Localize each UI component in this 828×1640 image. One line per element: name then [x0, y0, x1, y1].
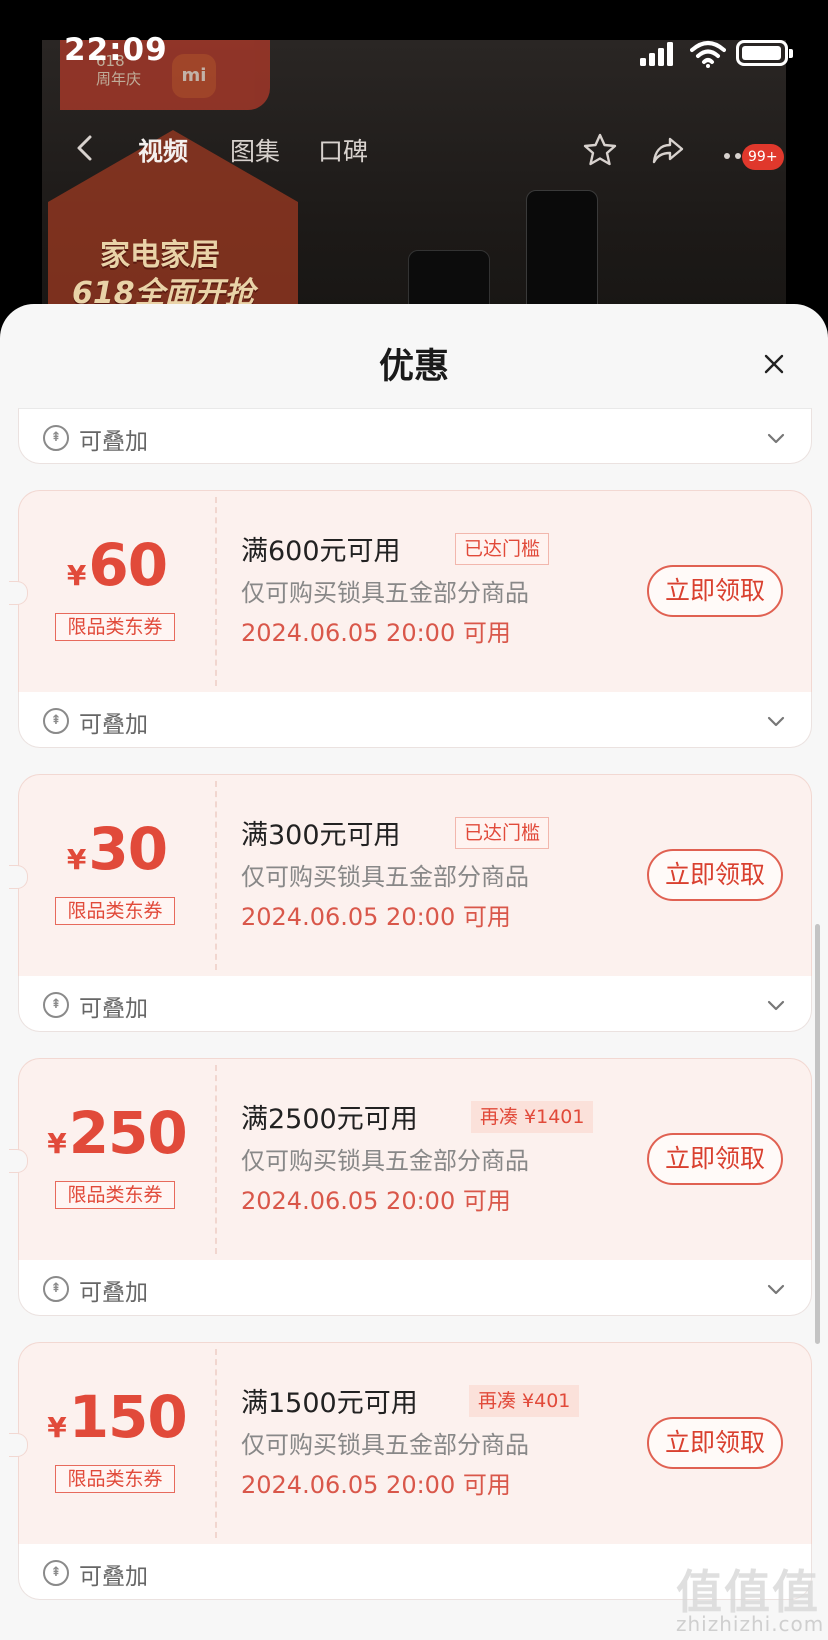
- remaining-amount-badge: 再凑 ¥1401: [471, 1101, 594, 1133]
- stack-coupon-icon: ⇞: [43, 1276, 69, 1302]
- stack-coupon-icon: ⇞: [43, 992, 69, 1018]
- coupon-amount: ¥30: [19, 815, 215, 883]
- coupon-type-tag: 限品类东券: [55, 897, 175, 925]
- currency-symbol: ¥: [66, 843, 87, 876]
- battery-level: [742, 46, 782, 60]
- currency-symbol: ¥: [66, 559, 87, 592]
- coupon-scope: 仅可购买锁具五金部分商品: [241, 1431, 529, 1459]
- stackable-label: 可叠加: [79, 712, 148, 738]
- coupon-divider: [215, 497, 217, 686]
- chevron-down-icon[interactable]: [765, 994, 787, 1016]
- coupon-condition: 满1500元可用: [241, 1388, 418, 1419]
- coupon-type-tag: 限品类东券: [55, 1465, 175, 1493]
- coupon-valid-date: 2024.06.05 20:00 可用: [241, 1187, 511, 1215]
- chevron-down-icon[interactable]: [765, 710, 787, 732]
- coupon-amount: ¥150: [19, 1383, 215, 1451]
- stackable-label: 可叠加: [79, 1564, 148, 1590]
- stackable-label: 可叠加: [79, 996, 148, 1022]
- coupon-type-tag: 限品类东券: [55, 613, 175, 641]
- notification-badge: 99+: [742, 144, 784, 170]
- tab-gallery[interactable]: 图集: [230, 132, 280, 168]
- coupon-scope: 仅可购买锁具五金部分商品: [241, 579, 529, 607]
- coupon-valid-date: 2024.06.05 20:00 可用: [241, 619, 511, 647]
- coupon-card: ¥30 限品类东券 满300元可用 已达门槛 仅可购买锁具五金部分商品 2024…: [9, 774, 812, 976]
- coupon-card: ¥150 限品类东券 满1500元可用 再凑 ¥401 仅可购买锁具五金部分商品…: [9, 1342, 812, 1544]
- coupon-divider: [215, 1349, 217, 1538]
- tab-reviews[interactable]: 口碑: [318, 132, 368, 168]
- close-icon[interactable]: [754, 344, 794, 384]
- chevron-down-icon[interactable]: [765, 1278, 787, 1300]
- coupon-scope: 仅可购买锁具五金部分商品: [241, 863, 529, 891]
- coupon-card: ¥60 限品类东券 满600元可用 已达门槛 仅可购买锁具五金部分商品 2024…: [9, 490, 812, 692]
- stackable-label: 可叠加: [79, 1280, 148, 1306]
- coupon-value: 60: [88, 531, 168, 599]
- claim-button[interactable]: 立即领取: [647, 565, 783, 617]
- coupon-amount: ¥250: [19, 1099, 215, 1167]
- currency-symbol: ¥: [47, 1411, 67, 1444]
- watermark-site: zhizhizhi.com: [676, 1612, 825, 1636]
- back-icon[interactable]: [72, 134, 100, 162]
- coupon-type-tag: 限品类东券: [55, 1181, 175, 1209]
- stackable-row[interactable]: ⇞ 可叠加: [18, 408, 812, 464]
- coupon-divider: [215, 781, 217, 970]
- coupon-value: 30: [88, 815, 168, 883]
- coupon-valid-date: 2024.06.05 20:00 可用: [241, 903, 511, 931]
- wifi-icon: [690, 41, 726, 68]
- coupon-card: ¥250 限品类东券 满2500元可用 再凑 ¥1401 仅可购买锁具五金部分商…: [9, 1058, 812, 1260]
- stackable-row[interactable]: ⇞ 可叠加: [18, 1260, 812, 1316]
- coupon-list: ⇞ 可叠加 ¥60 限品类东券 满600元可用 已达门槛 仅可购买锁具五金部分商…: [9, 408, 812, 1600]
- stack-coupon-icon: ⇞: [43, 425, 69, 451]
- coupon-amount: ¥60: [19, 531, 215, 599]
- coupon-condition: 满300元可用: [241, 820, 401, 851]
- claim-button[interactable]: 立即领取: [647, 1133, 783, 1185]
- coupon-sheet: 优惠 ⇞ 可叠加 ¥60 限品类东券 满600元可用 已达门槛 仅可购买锁具五金…: [0, 304, 828, 1640]
- claim-button[interactable]: 立即领取: [647, 1417, 783, 1469]
- status-time: 22:09: [64, 32, 168, 68]
- remaining-amount-badge: 再凑 ¥401: [469, 1385, 580, 1417]
- coupon-divider: [215, 1065, 217, 1254]
- threshold-badge: 已达门槛: [455, 817, 550, 849]
- tab-video[interactable]: 视频: [138, 132, 188, 168]
- cellular-signal-icon: [640, 42, 673, 66]
- coupon-condition: 满2500元可用: [241, 1104, 418, 1135]
- product-nav-bar: 视频 图集 口碑: [0, 118, 828, 178]
- threshold-badge: 已达门槛: [455, 533, 550, 565]
- chevron-down-icon[interactable]: [765, 427, 787, 449]
- coupon-valid-date: 2024.06.05 20:00 可用: [241, 1471, 511, 1499]
- coupon-value: 250: [68, 1099, 188, 1167]
- coupon-value: 150: [68, 1383, 188, 1451]
- stack-coupon-icon: ⇞: [43, 708, 69, 734]
- coupon-scope: 仅可购买锁具五金部分商品: [241, 1147, 529, 1175]
- coupon-condition: 满600元可用: [241, 536, 401, 567]
- scrollbar[interactable]: [815, 924, 820, 1344]
- stack-coupon-icon: ⇞: [43, 1560, 69, 1586]
- share-icon[interactable]: [650, 132, 686, 168]
- claim-button[interactable]: 立即领取: [647, 849, 783, 901]
- stackable-row[interactable]: ⇞ 可叠加: [18, 692, 812, 748]
- battery-icon: [736, 40, 793, 66]
- status-bar: 22:09: [0, 0, 828, 100]
- stackable-label: 可叠加: [79, 429, 148, 455]
- currency-symbol: ¥: [47, 1127, 67, 1160]
- sheet-title: 优惠: [378, 347, 449, 387]
- stackable-row[interactable]: ⇞ 可叠加: [18, 976, 812, 1032]
- star-favorite-icon[interactable]: [582, 132, 618, 168]
